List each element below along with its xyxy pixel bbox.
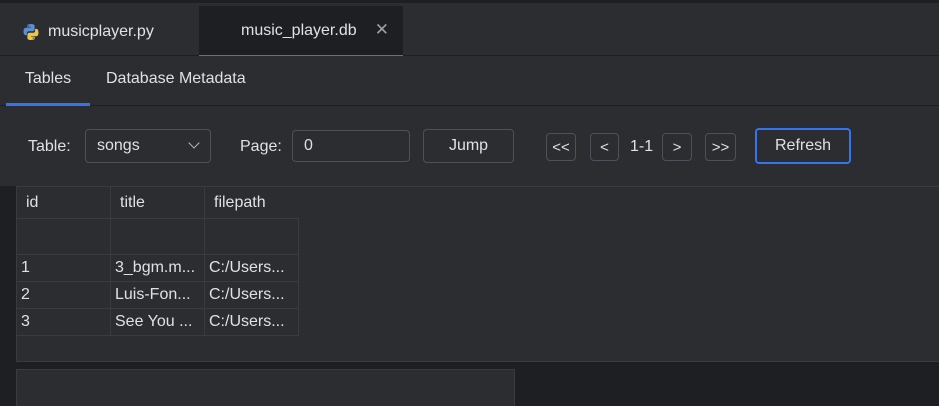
table-cell[interactable]: 1 xyxy=(17,255,111,282)
table-cell[interactable] xyxy=(111,219,205,255)
details-panel xyxy=(16,369,515,406)
table-cell[interactable]: C:/Users... xyxy=(205,255,299,282)
jump-button[interactable]: Jump xyxy=(423,129,514,163)
tab-music-player-db[interactable]: music_player.db ✕ xyxy=(199,6,403,58)
table-select-value: songs xyxy=(97,137,140,154)
chevron-down-icon xyxy=(188,137,200,149)
next-page-button[interactable]: > xyxy=(662,133,692,161)
table-toolbar: Table: songs Page: 0 Jump << < 1-1 > >> … xyxy=(0,106,939,186)
last-page-button[interactable]: >> xyxy=(705,133,736,161)
page-label: Page: xyxy=(240,138,282,155)
python-file-icon xyxy=(23,24,39,40)
view-tab-bar: Tables Database Metadata xyxy=(0,56,939,106)
table-cell[interactable]: Luis-Fon... xyxy=(111,282,205,309)
close-icon[interactable]: ✕ xyxy=(375,20,389,40)
column-header-id[interactable]: id xyxy=(17,187,111,219)
column-header-filepath[interactable]: filepath xyxy=(205,187,299,219)
table-cell[interactable] xyxy=(205,219,299,255)
tab-label: music_player.db xyxy=(241,21,357,39)
table-cell[interactable]: C:/Users... xyxy=(205,282,299,309)
prev-page-button[interactable]: < xyxy=(590,133,619,161)
table-cell[interactable]: 3_bgm.m... xyxy=(111,255,205,282)
data-table: id title filepath 1 3_bgm.m... C:/Users.… xyxy=(16,186,939,362)
tab-database-metadata[interactable]: Database Metadata xyxy=(106,56,246,106)
page-range: 1-1 xyxy=(630,138,654,155)
refresh-button[interactable]: Refresh xyxy=(755,128,851,164)
editor-tab-bar: musicplayer.py music_player.db ✕ xyxy=(0,0,939,58)
table-cell[interactable] xyxy=(17,219,111,255)
page-input[interactable]: 0 xyxy=(292,130,410,162)
first-page-button[interactable]: << xyxy=(546,133,576,161)
table-cell[interactable]: 2 xyxy=(17,282,111,309)
table-label: Table: xyxy=(28,138,71,155)
tab-musicplayer-py[interactable]: musicplayer.py xyxy=(0,6,198,58)
table-select[interactable]: songs xyxy=(85,129,211,163)
tab-label: musicplayer.py xyxy=(48,23,154,40)
table-cell[interactable]: C:/Users... xyxy=(205,309,299,336)
tab-tables[interactable]: Tables xyxy=(6,56,90,106)
table-cell[interactable]: 3 xyxy=(17,309,111,336)
table-cell[interactable]: See You ... xyxy=(111,309,205,336)
column-header-title[interactable]: title xyxy=(111,187,205,219)
